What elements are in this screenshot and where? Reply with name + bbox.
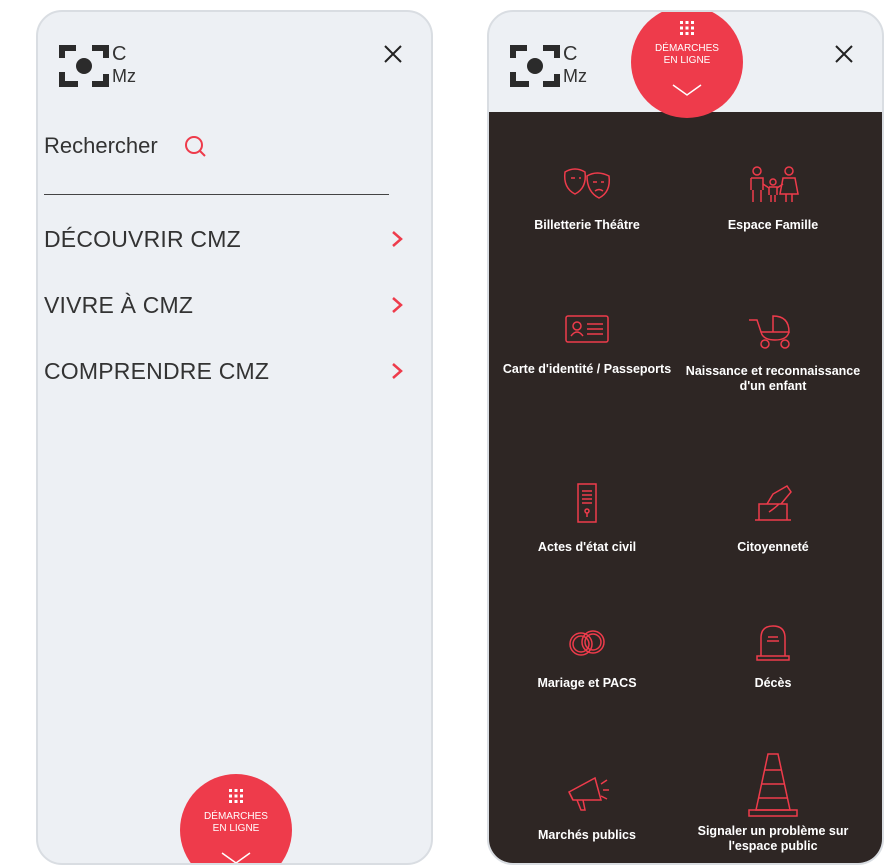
theatre-masks-icon [563,168,611,199]
chevron-down-icon [672,84,702,96]
tile-label: Décès [754,676,792,690]
chevron-right-icon [392,297,403,313]
document-icon [577,483,597,523]
menu-item-label: COMPRENDRE CMZ [44,357,270,384]
tile-label: Mariage et PACS [537,676,637,690]
menu-item-label: DÉCOUVRIR CMZ [44,225,241,252]
tile-naissance[interactable]: Naissance et reconnaissance d'un enfant [683,310,863,394]
logo-letter-c: C [563,43,577,65]
divider [44,194,389,195]
tile-actes-etat-civil[interactable]: Actes d'état civil [497,482,677,555]
chevron-right-icon [392,363,403,379]
tile-deces[interactable]: Décès [683,622,863,691]
menu-item-vivre[interactable]: VIVRE À CMZ [44,288,404,322]
tile-label: Marchés publics [538,828,636,842]
tile-label: Naissance et reconnaissance d'un enfant [685,364,861,393]
tile-label: Citoyenneté [737,540,809,554]
tile-marches-publics[interactable]: Marchés publics [497,772,677,843]
family-icon [750,166,799,202]
menu-item-label: VIVRE À CMZ [44,291,194,318]
cmz-logo[interactable]: C Mz [507,38,617,96]
tile-mariage-pacs[interactable]: Mariage et PACS [497,622,677,691]
tile-label: Carte d'identité / Passeports [502,362,672,376]
megaphone-icon [568,776,609,811]
id-card-icon [565,315,609,343]
close-icon[interactable] [381,42,405,66]
menu-item-comprendre[interactable]: COMPRENDRE CMZ [44,354,404,388]
grid-icon [229,789,243,803]
baby-stroller-icon [749,315,790,349]
demarches-en-ligne-button[interactable]: DÉMARCHES EN LIGNE [631,12,743,118]
tile-carte-identite[interactable]: Carte d'identité / Passeports [497,310,677,377]
search-icon[interactable] [182,133,208,159]
tile-billetterie-theatre[interactable]: Billetterie Théâtre [497,164,677,233]
demarches-panel: Billetterie Théâtre Espace Famille Carte… [489,112,882,863]
logo-letters-mz: Mz [563,66,587,86]
demarches-label: DÉMARCHES EN LIGNE [204,811,268,834]
search-label: Rechercher [44,133,158,158]
tile-signaler-probleme[interactable]: Signaler un problème sur l'espace public [683,752,863,854]
logo-letters-mz: Mz [112,66,136,86]
tile-label: Actes d'état civil [537,540,637,554]
ballot-box-icon [755,485,792,521]
demarches-label: DÉMARCHES EN LIGNE [655,43,719,66]
tile-label: Billetterie Théâtre [534,218,640,232]
tombstone-icon [756,625,790,661]
rings-icon [569,630,605,656]
tile-espace-famille[interactable]: Espace Famille [683,164,863,233]
chevron-down-icon [221,852,251,863]
cmz-logo[interactable]: C Mz [56,38,166,96]
tile-label: Espace Famille [727,218,819,232]
menu-screen: C Mz Rechercher DÉCOUVRIR CMZ VIVRE À CM… [36,10,433,865]
grid-icon [680,21,694,35]
menu-item-decouvrir[interactable]: DÉCOUVRIR CMZ [44,222,404,256]
search-row[interactable]: Rechercher [44,128,390,164]
tile-citoyennete[interactable]: Citoyenneté [683,482,863,555]
demarches-en-ligne-button[interactable]: DÉMARCHES EN LIGNE [180,774,292,863]
traffic-cone-icon [748,753,798,817]
tile-label: Signaler un problème sur l'espace public [697,824,849,853]
demarches-screen: C Mz DÉMARCHES EN LIGNE Billetterie Théâ… [487,10,884,865]
chevron-right-icon [392,231,403,247]
logo-letter-c: C [112,43,126,65]
close-icon[interactable] [832,42,856,66]
